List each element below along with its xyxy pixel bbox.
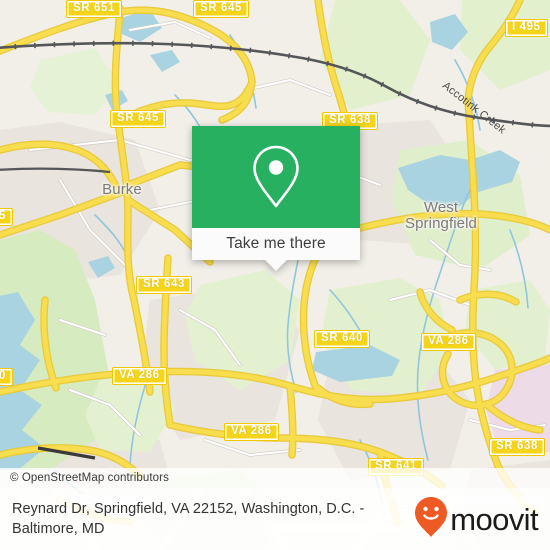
destination-callout-card[interactable]: Take me there	[192, 126, 360, 271]
road-shield-sr-645-top[interactable]: SR 645	[193, 0, 249, 18]
road-shield-sr-645-left[interactable]: SR 645	[110, 110, 166, 128]
moovit-smiley-pin-icon	[414, 496, 448, 543]
road-shield-i-495[interactable]: I 495	[505, 19, 548, 37]
footer-bar: Reynard Dr, Springfield, VA 22152, Washi…	[0, 488, 550, 550]
map-pin-icon	[249, 143, 303, 211]
road-shield-sr-651[interactable]: SR 651	[66, 0, 122, 18]
road-shield-sr-638-bottom[interactable]: SR 638	[489, 438, 545, 456]
road-shield-sr-640[interactable]: SR 640	[314, 330, 370, 348]
moovit-wordmark: moovit	[450, 501, 538, 537]
moovit-logo[interactable]: moovit	[414, 496, 539, 543]
road-shield-edge-left-0[interactable]: 0	[0, 368, 13, 386]
location-address: Reynard Dr, Springfield, VA 22152, Washi…	[12, 501, 365, 537]
road-shield-sr-643[interactable]: SR 643	[136, 276, 192, 294]
map-screenshot: Burke West Springfield Accotink Creek SR…	[0, 0, 550, 550]
road-shield-va-286-left[interactable]: VA 286	[112, 367, 167, 385]
callout-header	[192, 126, 360, 228]
callout-pointer-tail	[265, 260, 287, 271]
road-shield-edge-left-5[interactable]: 5	[0, 208, 13, 226]
take-me-there-label: Take me there	[226, 235, 326, 252]
callout-action-row[interactable]: Take me there	[192, 228, 360, 260]
attribution-text[interactable]: © OpenStreetMap contributors	[0, 472, 169, 484]
road-shield-va-286-bottom[interactable]: VA 286	[224, 423, 279, 441]
road-shield-va-286-right[interactable]: VA 286	[421, 333, 476, 351]
map-attribution-bar: © OpenStreetMap contributors	[0, 468, 550, 488]
